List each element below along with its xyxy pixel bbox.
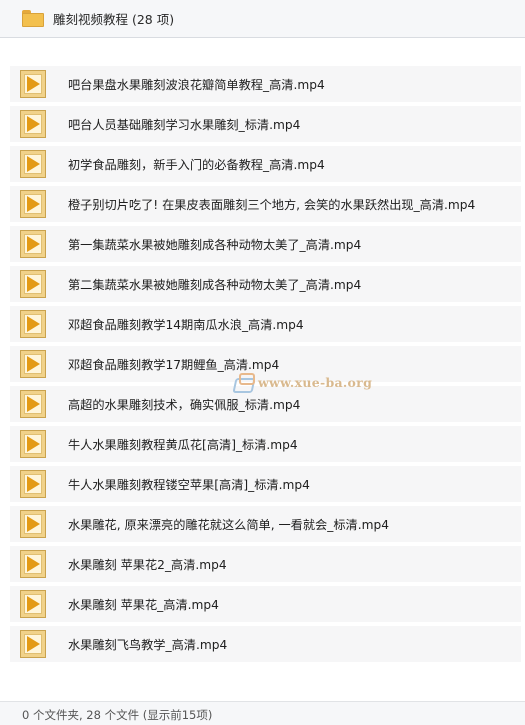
video-file-icon bbox=[20, 270, 46, 298]
file-name: 第一集蔬菜水果被她雕刻成各种动物太美了_高清.mp4 bbox=[68, 238, 362, 252]
file-name: 初学食品雕刻，新手入门的必备教程_高清.mp4 bbox=[68, 158, 325, 172]
video-file-icon bbox=[20, 110, 46, 138]
file-name: 牛人水果雕刻教程镂空苹果[高清]_标清.mp4 bbox=[68, 478, 310, 492]
file-row[interactable]: 橙子别切片吃了! 在果皮表面雕刻三个地方, 会笑的水果跃然出现_高清.mp4 bbox=[10, 186, 521, 222]
status-bar: 0 个文件夹, 28 个文件 (显示前15项) bbox=[0, 701, 525, 725]
video-file-icon bbox=[20, 510, 46, 538]
folder-title: 雕刻视频教程 (28 项) bbox=[53, 12, 175, 27]
video-file-icon bbox=[20, 430, 46, 458]
folder-header: 雕刻视频教程 (28 项) bbox=[0, 0, 525, 38]
file-row[interactable]: 高超的水果雕刻技术，确实佩服_标清.mp4 bbox=[10, 386, 521, 422]
video-file-icon bbox=[20, 150, 46, 178]
file-name: 水果雕刻 苹果花2_高清.mp4 bbox=[68, 558, 227, 572]
video-file-icon bbox=[20, 230, 46, 258]
file-name: 水果雕花, 原来漂亮的雕花就这么简单, 一看就会_标清.mp4 bbox=[68, 518, 389, 532]
file-row[interactable]: 第二集蔬菜水果被她雕刻成各种动物太美了_高清.mp4 bbox=[10, 266, 521, 302]
video-file-icon bbox=[20, 630, 46, 658]
file-row[interactable]: 水果雕花, 原来漂亮的雕花就这么简单, 一看就会_标清.mp4 bbox=[10, 506, 521, 542]
file-list: 吧台果盘水果雕刻波浪花瓣简单教程_高清.mp4 吧台人员基础雕刻学习水果雕刻_标… bbox=[10, 66, 521, 666]
video-file-icon bbox=[20, 350, 46, 378]
video-file-icon bbox=[20, 310, 46, 338]
file-name: 水果雕刻 苹果花_高清.mp4 bbox=[68, 598, 219, 612]
file-row[interactable]: 邓超食品雕刻教学17期鲤鱼_高清.mp4 bbox=[10, 346, 521, 382]
status-text: 0 个文件夹, 28 个文件 (显示前15项) bbox=[22, 708, 213, 722]
file-row[interactable]: 邓超食品雕刻教学14期南瓜水浪_高清.mp4 bbox=[10, 306, 521, 342]
file-name: 橙子别切片吃了! 在果皮表面雕刻三个地方, 会笑的水果跃然出现_高清.mp4 bbox=[68, 198, 476, 212]
file-row[interactable]: 吧台人员基础雕刻学习水果雕刻_标清.mp4 bbox=[10, 106, 521, 142]
file-row[interactable]: 水果雕刻 苹果花2_高清.mp4 bbox=[10, 546, 521, 582]
file-name: 吧台果盘水果雕刻波浪花瓣简单教程_高清.mp4 bbox=[68, 78, 325, 92]
file-row[interactable]: 水果雕刻 苹果花_高清.mp4 bbox=[10, 586, 521, 622]
file-name: 第二集蔬菜水果被她雕刻成各种动物太美了_高清.mp4 bbox=[68, 278, 362, 292]
video-file-icon bbox=[20, 590, 46, 618]
video-file-icon bbox=[20, 190, 46, 218]
folder-icon bbox=[22, 10, 44, 27]
file-row[interactable]: 牛人水果雕刻教程镂空苹果[高清]_标清.mp4 bbox=[10, 466, 521, 502]
file-name: 牛人水果雕刻教程黄瓜花[高清]_标清.mp4 bbox=[68, 438, 298, 452]
file-name: 邓超食品雕刻教学17期鲤鱼_高清.mp4 bbox=[68, 358, 280, 372]
video-file-icon bbox=[20, 550, 46, 578]
file-row[interactable]: 吧台果盘水果雕刻波浪花瓣简单教程_高清.mp4 bbox=[10, 66, 521, 102]
file-name: 吧台人员基础雕刻学习水果雕刻_标清.mp4 bbox=[68, 118, 301, 132]
file-browser-window: 雕刻视频教程 (28 项) 吧台果盘水果雕刻波浪花瓣简单教程_高清.mp4 吧台… bbox=[0, 0, 525, 725]
video-file-icon bbox=[20, 70, 46, 98]
file-row[interactable]: 牛人水果雕刻教程黄瓜花[高清]_标清.mp4 bbox=[10, 426, 521, 462]
video-file-icon bbox=[20, 470, 46, 498]
file-row[interactable]: 初学食品雕刻，新手入门的必备教程_高清.mp4 bbox=[10, 146, 521, 182]
file-name: 邓超食品雕刻教学14期南瓜水浪_高清.mp4 bbox=[68, 318, 304, 332]
video-file-icon bbox=[20, 390, 46, 418]
file-name: 水果雕刻飞鸟教学_高清.mp4 bbox=[68, 638, 228, 652]
file-row[interactable]: 水果雕刻飞鸟教学_高清.mp4 bbox=[10, 626, 521, 662]
file-row[interactable]: 第一集蔬菜水果被她雕刻成各种动物太美了_高清.mp4 bbox=[10, 226, 521, 262]
file-name: 高超的水果雕刻技术，确实佩服_标清.mp4 bbox=[68, 398, 301, 412]
